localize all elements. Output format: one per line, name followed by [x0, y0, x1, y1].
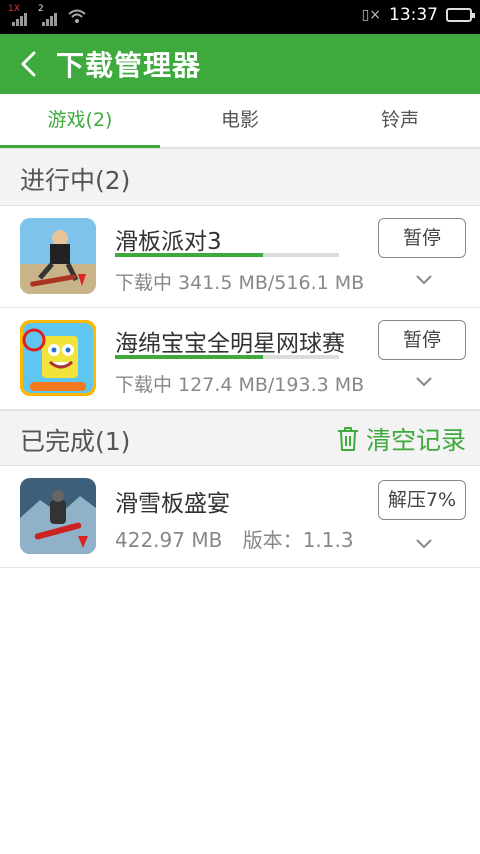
progress-bar [115, 355, 339, 359]
vibrate-icon: ▯× [361, 7, 381, 23]
item-size: 422.97 MB [115, 528, 223, 552]
app-icon-spongebob-tennis [20, 320, 96, 396]
chevron-down-icon[interactable] [414, 536, 434, 550]
section-title: 已完成(1) [20, 427, 131, 456]
signal-icon-2: 2 [38, 4, 60, 26]
section-title: 进行中(2) [20, 166, 131, 195]
progress-fill [115, 253, 263, 257]
signal-icon: 1X [8, 4, 30, 26]
tab-movies[interactable]: 电影 [160, 94, 320, 147]
tab-games[interactable]: 游戏(2) [0, 94, 160, 148]
status-bar: 1X 2 ▯× 13:37 [0, 0, 480, 34]
pause-button[interactable]: 暂停 [378, 218, 466, 258]
item-name: 滑雪板盛宴 [115, 491, 230, 517]
tab-bar: 游戏(2) 电影 铃声 [0, 94, 480, 148]
wifi-icon [68, 9, 86, 23]
progress-bar [115, 253, 339, 257]
pause-button[interactable]: 暂停 [378, 320, 466, 360]
back-arrow-icon[interactable] [0, 34, 56, 94]
size-text: 下载中 127.4 MB/193.3 MB [115, 374, 365, 396]
clear-records-label: 清空记录 [365, 426, 466, 455]
list-item[interactable]: 滑板派对3 下载中 341.5 MB/516.1 MB 暂停 [0, 206, 480, 308]
item-meta: 422.97 MB 版本：1.1.3 [115, 524, 354, 553]
in-progress-header: 进行中(2) [0, 148, 480, 206]
progress-fill [115, 355, 263, 359]
chevron-down-icon[interactable] [414, 374, 434, 388]
version-label: 版本： [242, 528, 303, 552]
battery-icon [446, 8, 475, 22]
trash-icon [337, 427, 358, 451]
app-icon-snowboard-feast [20, 478, 96, 554]
tab-ringtones[interactable]: 铃声 [320, 94, 480, 147]
app-bar: 下载管理器 [0, 34, 480, 94]
app-icon-skateboard-party [20, 218, 96, 294]
completed-header: 已完成(1) 清空记录 [0, 410, 480, 466]
clear-records-button[interactable]: 清空记录 [336, 421, 466, 457]
clock: 13:37 [389, 5, 438, 25]
item-name: 海绵宝宝全明星网球赛 [115, 331, 345, 357]
extract-button[interactable]: 解压7% [378, 480, 466, 520]
list-item[interactable]: 海绵宝宝全明星网球赛 下载中 127.4 MB/193.3 MB 暂停 [0, 308, 480, 410]
item-name: 滑板派对3 [115, 229, 222, 255]
version-value: 1.1.3 [302, 528, 354, 552]
chevron-down-icon[interactable] [414, 272, 434, 286]
list-item[interactable]: 滑雪板盛宴 422.97 MB 版本：1.1.3 解压7% [0, 466, 480, 568]
size-text: 下载中 341.5 MB/516.1 MB [115, 272, 365, 294]
page-title: 下载管理器 [56, 49, 202, 82]
